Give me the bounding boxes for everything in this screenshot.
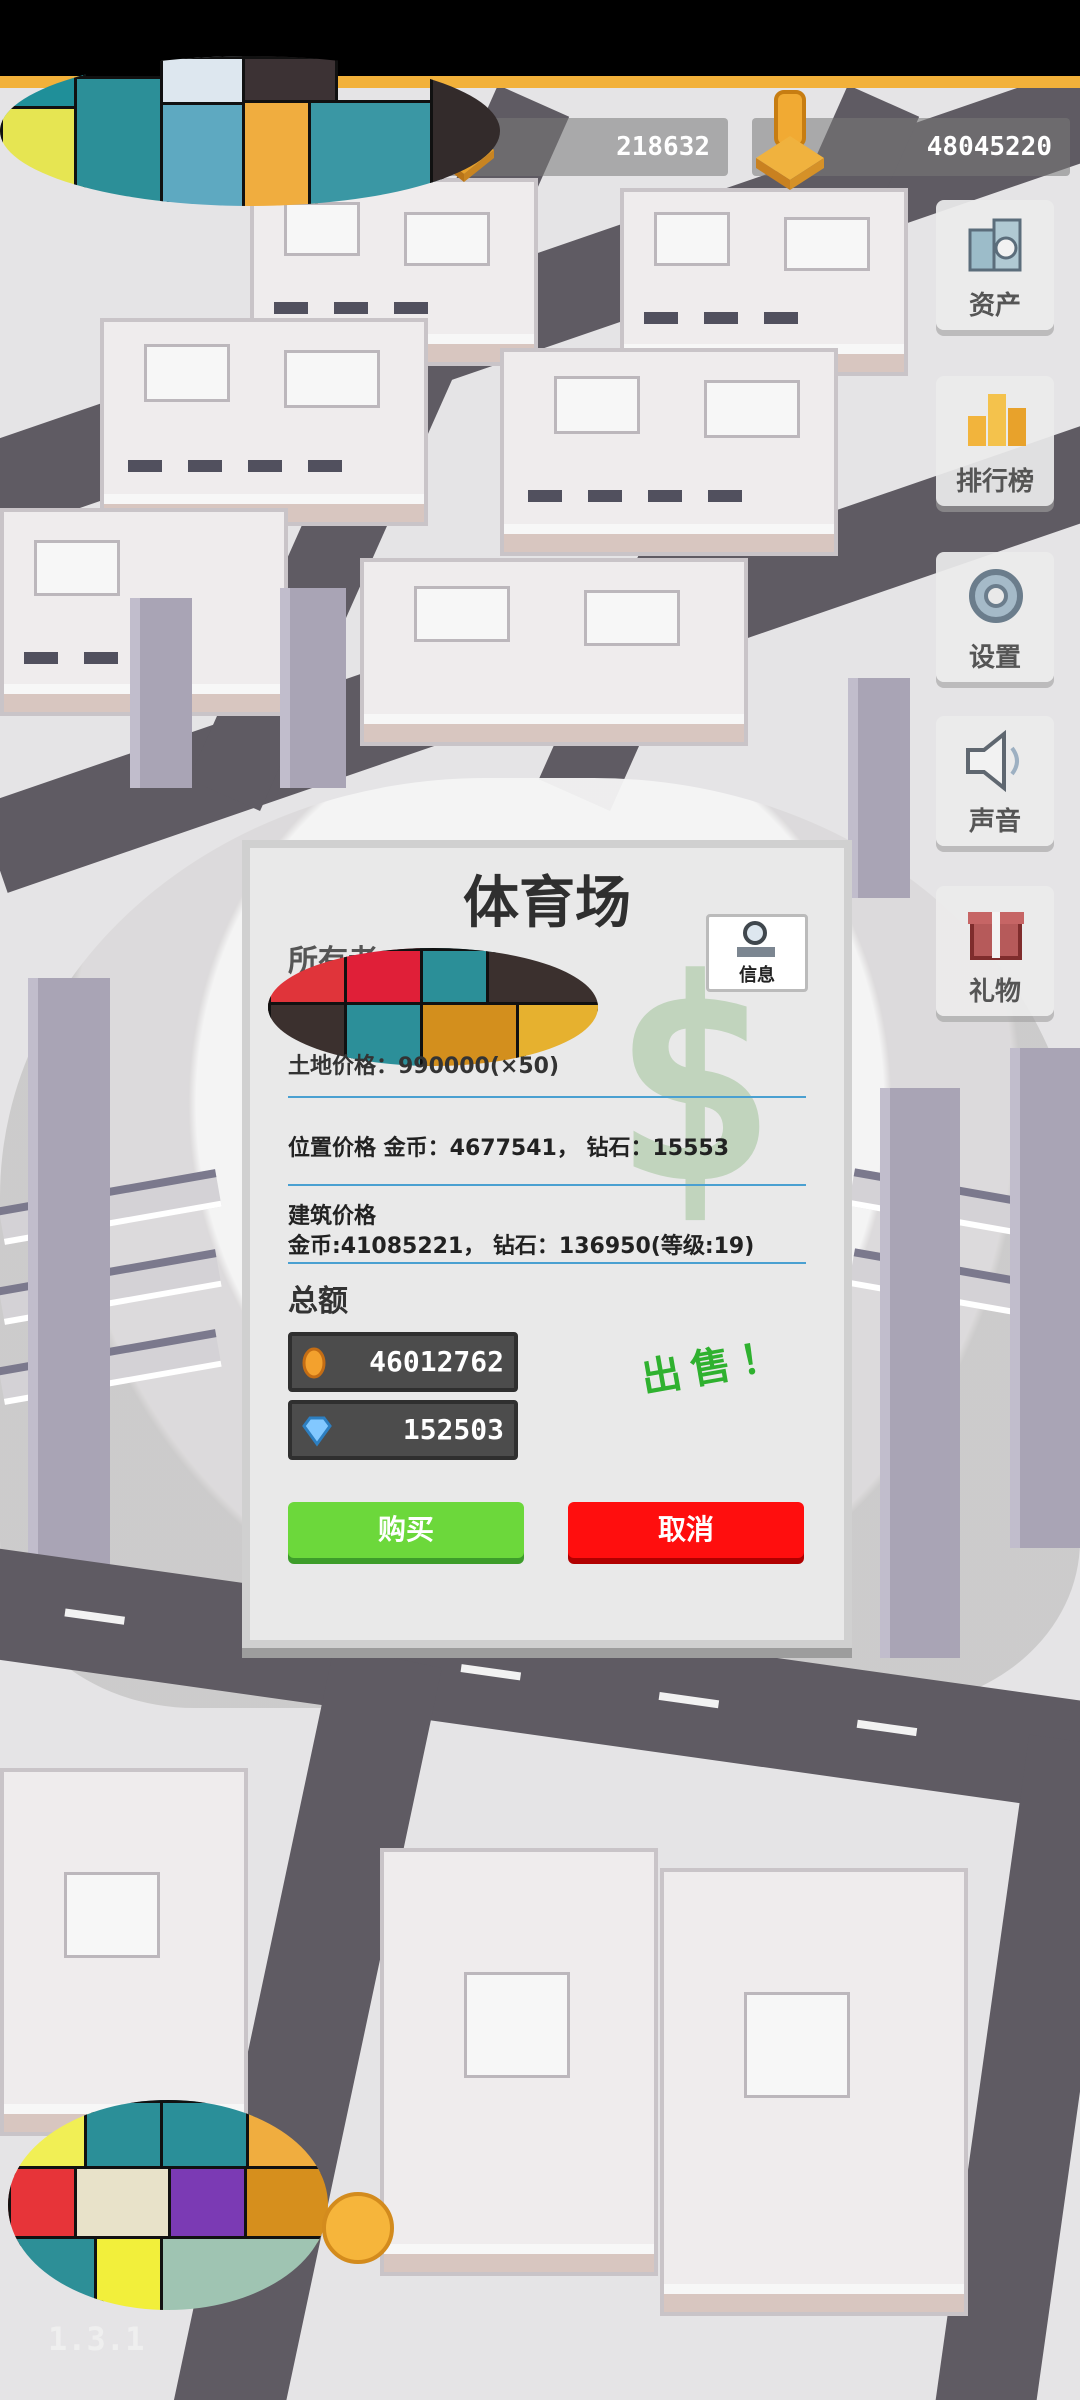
player-profile-redacted[interactable] <box>0 56 500 206</box>
divider <box>288 1262 806 1264</box>
gift-icon <box>968 912 1024 960</box>
total-diamond-box: 152503 <box>288 1400 518 1460</box>
stadium-pillar <box>130 598 192 788</box>
building[interactable] <box>360 558 748 746</box>
cancel-button[interactable]: 取消 <box>568 1502 804 1558</box>
stadium-pillar <box>28 978 110 1618</box>
leaderboard-icon <box>968 394 1026 446</box>
building[interactable] <box>660 1868 968 2316</box>
sell-label[interactable]: 出售！ <box>636 1321 794 1404</box>
settings-label: 设置 <box>968 643 1021 673</box>
sound-label: 声音 <box>968 807 1021 837</box>
leaderboard-button[interactable]: 排行榜 <box>936 376 1054 506</box>
building[interactable] <box>500 348 838 556</box>
stadium-pillar <box>1010 1048 1080 1548</box>
diamond-icon <box>302 1416 332 1447</box>
total-label: 总额 <box>288 1284 348 1319</box>
land-price-text: 土地价格：990000(×50) <box>288 1054 560 1079</box>
stadium-pillar <box>880 1088 960 1658</box>
gift-label: 礼物 <box>968 977 1021 1007</box>
info-button[interactable]: 信息 <box>706 914 808 992</box>
building-price-text: 金币:41085221， 钻石：136950(等级:19) <box>288 1234 755 1259</box>
divider <box>288 1096 806 1098</box>
gold-coin-stack-icon <box>748 84 832 194</box>
building[interactable] <box>380 1848 658 2276</box>
building[interactable] <box>0 1768 248 2136</box>
gear-icon <box>969 569 1023 623</box>
location-price-text: 位置价格 金币：4677541， 钻石：15553 <box>288 1136 730 1161</box>
divider <box>288 1184 806 1186</box>
version-label: 1.3.1 <box>48 2320 145 2358</box>
total-gold-value: 46012762 <box>369 1345 504 1378</box>
property-dialog: $ 体育场 所有者 信息 土地价格：990000(×50) 位置价格 金币：46… <box>242 840 852 1648</box>
building[interactable] <box>100 318 428 526</box>
gold-coin-icon <box>302 1347 326 1379</box>
stadium-pillar <box>848 678 910 898</box>
sound-button[interactable]: 声音 <box>936 716 1054 846</box>
assets-button[interactable]: 资产 <box>936 200 1054 330</box>
leaderboard-label: 排行榜 <box>955 467 1034 497</box>
building-price-label: 建筑价格 <box>288 1204 377 1229</box>
coin-icon[interactable] <box>322 2192 394 2264</box>
bottom-profile-redacted[interactable] <box>8 2100 328 2310</box>
total-diamond-value: 152503 <box>402 1413 504 1446</box>
assets-label: 资产 <box>968 291 1021 321</box>
speaker-icon <box>966 729 1019 793</box>
buy-button[interactable]: 购买 <box>288 1502 524 1558</box>
info-label: 信息 <box>739 965 775 986</box>
gift-button[interactable]: 礼物 <box>936 886 1054 1016</box>
resource-one-value: 218632 <box>616 132 710 162</box>
gold-value: 48045220 <box>926 132 1052 162</box>
stadium-pillar <box>280 588 346 788</box>
assets-icon <box>968 218 1022 272</box>
total-gold-box: 46012762 <box>288 1332 518 1392</box>
settings-button[interactable]: 设置 <box>936 552 1054 682</box>
magnifier-icon <box>737 921 775 957</box>
